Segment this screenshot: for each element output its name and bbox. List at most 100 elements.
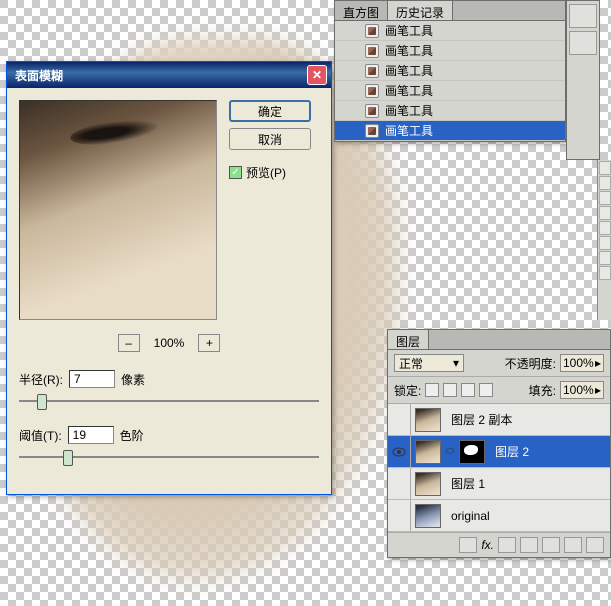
preview-checkbox[interactable]: ✓ — [229, 166, 242, 179]
history-item-label: 画笔工具 — [385, 122, 433, 139]
tool-cell[interactable] — [599, 191, 611, 205]
history-item-label: 画笔工具 — [385, 82, 433, 99]
new-layer-icon[interactable] — [564, 537, 582, 553]
history-item[interactable]: 画笔工具 — [335, 101, 565, 121]
radius-input[interactable] — [69, 370, 115, 388]
tool-cell[interactable] — [599, 221, 611, 235]
lock-transparency-icon[interactable] — [425, 383, 439, 397]
threshold-unit: 色阶 — [120, 427, 144, 444]
history-item-label: 画笔工具 — [385, 22, 433, 39]
layers-panel: 图层 正常 ▾ 不透明度: 100%▸ 锁定: 填充: 100%▸ 图层 2 副… — [387, 329, 611, 558]
fx-label[interactable]: fx. — [481, 538, 494, 552]
brush-tool-icon — [365, 104, 379, 118]
zoom-in-button[interactable]: + — [198, 334, 220, 352]
layer-row[interactable]: 图层 1 — [388, 468, 610, 500]
filter-preview[interactable] — [19, 100, 217, 320]
trash-icon[interactable] — [586, 537, 604, 553]
threshold-input[interactable] — [68, 426, 114, 444]
lock-all-icon[interactable] — [479, 383, 493, 397]
surface-blur-dialog: 表面模糊 ✕ 确定 取消 ✓ 预览(P) – 100% + 半径(R): — [6, 61, 332, 495]
history-item[interactable]: 画笔工具 — [335, 41, 565, 61]
history-item-label: 画笔工具 — [385, 102, 433, 119]
ok-button[interactable]: 确定 — [229, 100, 311, 122]
slider-thumb-icon[interactable] — [63, 450, 73, 466]
brush-tool-icon — [365, 24, 379, 38]
layer-row[interactable]: original — [388, 500, 610, 532]
panel-dock-strip — [566, 0, 600, 160]
history-item-label: 画笔工具 — [385, 62, 433, 79]
layer-thumbnail[interactable] — [415, 408, 441, 432]
history-item[interactable]: 画笔工具 — [335, 81, 565, 101]
threshold-slider[interactable] — [19, 448, 319, 468]
brush-tool-icon — [365, 64, 379, 78]
tool-cell[interactable] — [599, 266, 611, 280]
brush-tool-icon — [365, 44, 379, 58]
eye-icon — [392, 447, 406, 457]
history-item[interactable]: 画笔工具 — [335, 21, 565, 41]
radius-label: 半径(R): — [19, 371, 63, 388]
radius-slider[interactable] — [19, 392, 319, 412]
close-icon: ✕ — [308, 68, 326, 82]
layer-thumbnail[interactable] — [415, 472, 441, 496]
mask-link-icon[interactable]: ⬭ — [445, 445, 455, 459]
history-item-label: 画笔工具 — [385, 42, 433, 59]
cancel-button[interactable]: 取消 — [229, 128, 311, 150]
minus-icon: – — [125, 336, 132, 350]
dock-button[interactable] — [569, 31, 597, 55]
history-panel: 直方图 历史记录 画笔工具画笔工具画笔工具画笔工具画笔工具画笔工具 — [334, 0, 566, 142]
radius-unit: 像素 — [121, 371, 145, 388]
opacity-label: 不透明度: — [505, 355, 556, 372]
layer-thumbnail[interactable] — [415, 440, 441, 464]
adjustment-layer-icon[interactable] — [520, 537, 538, 553]
layer-list: 图层 2 副本 ⬭ 图层 2图层 1 original — [388, 404, 610, 532]
layer-thumbnail[interactable] — [415, 504, 441, 528]
dialog-body: 确定 取消 ✓ 预览(P) – 100% + 半径(R): 像素 阈值(T): … — [7, 88, 331, 494]
layer-mask-thumbnail[interactable] — [459, 440, 485, 464]
zoom-out-button[interactable]: – — [118, 334, 140, 352]
tab-layers[interactable]: 图层 — [388, 330, 429, 349]
layer-name[interactable]: 图层 2 副本 — [445, 411, 512, 428]
tool-cell[interactable] — [599, 236, 611, 250]
layer-name[interactable]: original — [445, 509, 490, 523]
dock-button[interactable] — [569, 4, 597, 28]
visibility-toggle[interactable] — [388, 447, 410, 457]
chevron-down-icon: ▾ — [453, 356, 459, 370]
slider-thumb-icon[interactable] — [37, 394, 47, 410]
zoom-percent: 100% — [154, 336, 185, 350]
group-icon[interactable] — [542, 537, 560, 553]
layer-row[interactable]: 图层 2 副本 — [388, 404, 610, 436]
fill-input[interactable]: 100%▸ — [560, 381, 604, 399]
plus-icon: + — [206, 336, 213, 350]
link-layers-icon[interactable] — [459, 537, 477, 553]
history-item[interactable]: 画笔工具 — [335, 121, 565, 141]
dialog-title: 表面模糊 — [11, 67, 307, 84]
blend-mode-select[interactable]: 正常 ▾ — [394, 354, 464, 372]
brush-tool-icon — [365, 84, 379, 98]
opacity-value: 100% — [563, 356, 594, 370]
history-item[interactable]: 画笔工具 — [335, 61, 565, 81]
history-list: 画笔工具画笔工具画笔工具画笔工具画笔工具画笔工具 — [335, 21, 565, 141]
dialog-titlebar[interactable]: 表面模糊 ✕ — [7, 62, 331, 88]
chevron-right-icon: ▸ — [595, 383, 601, 397]
tab-history[interactable]: 历史记录 — [388, 1, 453, 20]
tool-cell[interactable] — [599, 176, 611, 190]
toolbox-strip — [597, 160, 611, 320]
layer-row[interactable]: ⬭ 图层 2 — [388, 436, 610, 468]
preview-checkbox-label: 预览(P) — [246, 164, 286, 181]
tool-cell[interactable] — [599, 251, 611, 265]
preview-image-content — [69, 115, 161, 149]
tool-cell[interactable] — [599, 206, 611, 220]
tab-histogram[interactable]: 直方图 — [335, 1, 388, 20]
fill-label: 填充: — [529, 382, 556, 399]
layer-name[interactable]: 图层 2 — [489, 443, 529, 460]
chevron-right-icon: ▸ — [595, 356, 601, 370]
layer-name[interactable]: 图层 1 — [445, 475, 485, 492]
tool-cell[interactable] — [599, 161, 611, 175]
lock-label: 锁定: — [394, 382, 421, 399]
lock-position-icon[interactable] — [461, 383, 475, 397]
close-button[interactable]: ✕ — [307, 65, 327, 85]
opacity-input[interactable]: 100%▸ — [560, 354, 604, 372]
brush-tool-icon — [365, 124, 379, 138]
layer-mask-icon[interactable] — [498, 537, 516, 553]
lock-pixels-icon[interactable] — [443, 383, 457, 397]
